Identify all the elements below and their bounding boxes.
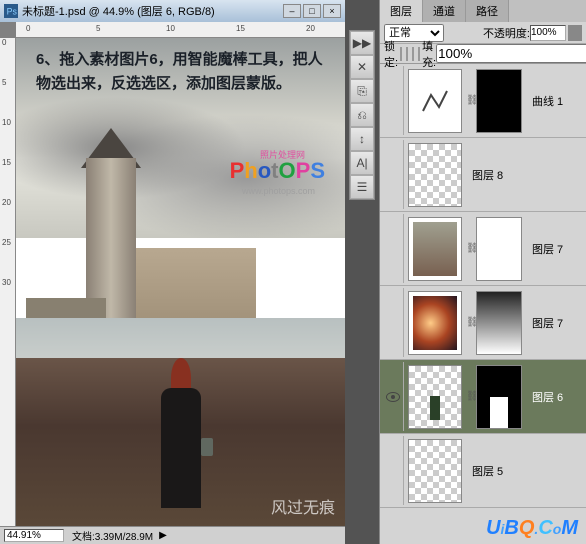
link-icon: ⛓: [466, 243, 476, 254]
vertical-toolbar: ▶▶ ✕ ⎘ ⎌ ↕ A| ☰: [349, 30, 375, 200]
layer-row[interactable]: ⛓ 曲线 1: [380, 64, 586, 138]
tool-type[interactable]: A|: [350, 151, 374, 175]
statusbar: 44.91% 文档:3.39M/28.9M ▶: [0, 526, 345, 544]
eye-icon: [386, 392, 400, 402]
layer-thumb-adjustment[interactable]: [408, 69, 462, 133]
visibility-toggle[interactable]: [382, 66, 404, 135]
layers-list: ⛓ 曲线 1 图层 8 ⛓ 图层 7 ⛓: [380, 64, 586, 524]
site-watermark: UiBQ.CoM: [486, 517, 578, 540]
lock-transparent-icon[interactable]: [400, 47, 402, 61]
canvas[interactable]: 6、拖入素材图片6，用智能魔棒工具，把人物选出来，反选选区，添加图层蒙版。 照片…: [16, 38, 345, 528]
ruler-horizontal: 0 5 10 15 20: [16, 22, 345, 38]
tab-channels[interactable]: 通道: [423, 0, 466, 22]
layer-thumb[interactable]: [408, 143, 462, 207]
fill-input[interactable]: [436, 44, 586, 63]
tool-history[interactable]: ⎌: [350, 103, 374, 127]
tool-nav[interactable]: ▶▶: [350, 31, 374, 55]
link-icon: ⛓: [466, 391, 476, 402]
logo-url: www.photops.com: [242, 186, 315, 196]
layer-row[interactable]: ⛓ 图层 7: [380, 212, 586, 286]
instruction-text: 6、拖入素材图片6，用智能魔棒工具，把人物选出来，反选选区，添加图层蒙版。: [36, 48, 335, 96]
layers-panel: 图层 通道 路径 正常 不透明度: 锁定: 填充: ⛓ 曲线 1: [379, 0, 586, 544]
layer-row[interactable]: ⛓ 图层 7: [380, 286, 586, 360]
lock-all-icon[interactable]: [418, 47, 420, 61]
visibility-toggle[interactable]: [382, 140, 404, 209]
layer-mask-thumb[interactable]: [476, 217, 522, 281]
layer-name[interactable]: 图层 7: [532, 315, 563, 331]
opacity-arrow-icon[interactable]: [568, 25, 582, 41]
layer-name[interactable]: 图层 5: [472, 463, 503, 479]
layer-name[interactable]: 图层 8: [472, 167, 503, 183]
titlebar[interactable]: Ps 未标题-1.psd @ 44.9% (图层 6, RGB/8) – □ ×: [0, 0, 345, 22]
close-button[interactable]: ×: [323, 4, 341, 18]
link-icon: ⛓: [466, 95, 476, 106]
lock-position-icon[interactable]: [412, 47, 414, 61]
tool-cancel[interactable]: ✕: [350, 55, 374, 79]
visibility-toggle[interactable]: [382, 288, 404, 357]
opacity-input[interactable]: [530, 25, 566, 41]
artist-watermark: 风过无痕: [271, 494, 335, 518]
minimize-button[interactable]: –: [283, 4, 301, 18]
app-icon: Ps: [4, 4, 18, 18]
svg-text:Ps: Ps: [7, 7, 18, 17]
layer-thumb[interactable]: [408, 217, 462, 281]
canvas-figure: [156, 358, 206, 508]
layer-row[interactable]: 图层 8: [380, 138, 586, 212]
layer-mask-thumb[interactable]: [476, 69, 522, 133]
layer-mask-thumb[interactable]: [476, 291, 522, 355]
layer-name[interactable]: 图层 7: [532, 241, 563, 257]
canvas-castle: [26, 158, 226, 338]
layer-row-selected[interactable]: ⛓ 图层 6: [380, 360, 586, 434]
ruler-vertical: 051015202530: [0, 38, 16, 528]
tab-layers[interactable]: 图层: [380, 0, 423, 22]
document-window: Ps 未标题-1.psd @ 44.9% (图层 6, RGB/8) – □ ×…: [0, 0, 345, 544]
doc-info: 文档:3.39M/28.9M: [72, 528, 153, 543]
lock-label: 锁定:: [384, 38, 398, 70]
info-arrow-icon[interactable]: ▶: [159, 530, 167, 541]
tool-layers[interactable]: ⎘: [350, 79, 374, 103]
link-icon: ⛓: [466, 317, 476, 328]
visibility-toggle[interactable]: [382, 436, 404, 505]
tool-align[interactable]: ↕: [350, 127, 374, 151]
visibility-toggle[interactable]: [382, 362, 404, 431]
panel-tabs: 图层 通道 路径: [380, 0, 586, 22]
fill-label: 填充:: [422, 38, 436, 70]
layer-mask-thumb[interactable]: [476, 365, 522, 429]
layer-name[interactable]: 曲线 1: [532, 93, 563, 109]
layer-thumb[interactable]: [408, 439, 462, 503]
zoom-field[interactable]: 44.91%: [4, 529, 64, 542]
layer-thumb[interactable]: [408, 365, 462, 429]
layer-thumb[interactable]: [408, 291, 462, 355]
layer-row[interactable]: 图层 5: [380, 434, 586, 508]
panel-options-row2: 锁定: 填充:: [380, 44, 586, 64]
layer-name[interactable]: 图层 6: [532, 389, 563, 405]
opacity-label: 不透明度:: [483, 25, 530, 41]
panel-options-row1: 正常 不透明度:: [380, 22, 586, 44]
lock-pixels-icon[interactable]: [406, 47, 408, 61]
maximize-button[interactable]: □: [303, 4, 321, 18]
tool-para[interactable]: ☰: [350, 175, 374, 199]
visibility-toggle[interactable]: [382, 214, 404, 283]
window-title: 未标题-1.psd @ 44.9% (图层 6, RGB/8): [22, 3, 215, 19]
photops-logo: PhotOPS: [230, 158, 325, 184]
tab-paths[interactable]: 路径: [466, 0, 509, 22]
